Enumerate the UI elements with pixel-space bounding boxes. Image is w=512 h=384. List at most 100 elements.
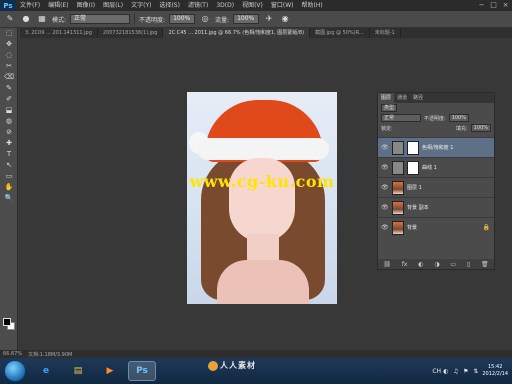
menu-layer[interactable]: 图层(L)	[99, 0, 127, 11]
opacity-input[interactable]: 100%	[169, 14, 196, 24]
tab-doc-2[interactable]: 200732181538(1).jpg	[98, 28, 164, 38]
trash-icon[interactable]: 🗑	[481, 261, 489, 268]
mode-select[interactable]: 正常	[70, 14, 131, 24]
photo-chest	[217, 260, 309, 304]
menu-image[interactable]: 图像(I)	[73, 0, 99, 11]
menu-type[interactable]: 文字(Y)	[127, 0, 155, 11]
start-button[interactable]	[4, 360, 26, 382]
tab-doc-4[interactable]: 截图.jpg @ 50%(R...	[310, 28, 370, 38]
ie-taskbar-icon[interactable]: e	[32, 361, 60, 381]
clock[interactable]: 15:42 2012/2/14	[482, 364, 508, 378]
mask-thumbnail[interactable]	[407, 160, 419, 175]
explorer-taskbar-icon[interactable]: ▤	[64, 361, 92, 381]
layer-style-icon[interactable]: fx	[402, 261, 408, 268]
tray-app-icon[interactable]: ◐	[442, 368, 449, 375]
document-canvas[interactable]: www.cg-ku.com	[187, 92, 337, 304]
layer-opacity-input[interactable]: 100%	[448, 114, 469, 122]
pressure-opacity-icon[interactable]: ◎	[199, 13, 211, 25]
eraser-tool-icon[interactable]: ⌫	[0, 72, 18, 83]
path-select-tool-icon[interactable]: ↖	[0, 160, 18, 171]
fill-input[interactable]: 100%	[470, 124, 491, 132]
menu-bar: Ps 文件(F) 编辑(E) 图像(I) 图层(L) 文字(Y) 选择(S) 滤…	[0, 0, 512, 11]
layer-thumbnail	[392, 180, 404, 195]
lasso-tool-icon[interactable]: ◌	[0, 50, 18, 61]
layer-list: 👁 色相/饱和度 1 👁 曲线 1 👁 图层 1 👁 背景 副本 👁 背景 🔒	[378, 137, 494, 237]
brand-text: 人人素材	[220, 361, 256, 370]
pen-tool-icon[interactable]: ✚	[0, 138, 18, 149]
menu-3d[interactable]: 3D(D)	[212, 0, 238, 11]
add-mask-icon[interactable]: ◐	[418, 261, 423, 268]
zoom-level[interactable]: 66.67%	[3, 351, 22, 357]
layer-name: 背景	[407, 225, 418, 231]
tab-layers[interactable]: 图层	[378, 93, 395, 103]
layer-row[interactable]: 👁 曲线 1	[378, 157, 494, 177]
layer-opacity-label: 不透明度:	[424, 115, 446, 122]
minimize-button[interactable]: −	[477, 1, 486, 9]
gradient-tool-icon[interactable]: ⬓	[0, 105, 18, 116]
blend-mode-select[interactable]: 正常	[381, 114, 421, 122]
shape-tool-icon[interactable]: ▭	[0, 171, 18, 182]
eye-icon[interactable]: 👁	[381, 204, 389, 211]
photo-hat-trim	[197, 138, 329, 160]
zoom-tool-icon[interactable]: 🔍	[0, 193, 18, 204]
layer-name: 背景 副本	[407, 205, 429, 211]
pencil-tool-icon[interactable]: ✐	[0, 94, 18, 105]
move-tool-icon[interactable]: ✥	[0, 39, 18, 50]
brush-tool-icon[interactable]: ✎	[0, 83, 18, 94]
blend-row: 正常 不透明度: 100%	[378, 113, 494, 123]
mask-thumbnail[interactable]	[407, 140, 419, 155]
menu-file[interactable]: 文件(F)	[16, 0, 44, 11]
layer-row[interactable]: 👁 色相/饱和度 1	[378, 137, 494, 157]
maximize-button[interactable]: □	[489, 1, 498, 9]
ime-icon[interactable]: CH	[432, 368, 441, 375]
layer-kind-select[interactable]: 类型	[381, 104, 398, 112]
menu-select[interactable]: 选择(S)	[155, 0, 184, 11]
menu-help[interactable]: 帮助(H)	[298, 0, 327, 11]
link-layers-icon[interactable]: ⛓	[383, 261, 391, 268]
photoshop-taskbar-icon[interactable]: Ps	[128, 361, 156, 381]
divider	[134, 13, 136, 25]
eye-icon[interactable]: 👁	[381, 184, 389, 191]
tab-doc-5[interactable]: 未标题-1	[370, 28, 401, 38]
layer-thumbnail	[392, 200, 404, 215]
layer-name: 图层 1	[407, 185, 422, 191]
airbrush-icon[interactable]: ✈	[263, 13, 275, 25]
layer-row[interactable]: 👁 图层 1	[378, 177, 494, 197]
tab-doc-1[interactable]: 3. 2C09 ... 201.141311.jpg	[20, 28, 98, 38]
layer-row[interactable]: 👁 背景 副本	[378, 197, 494, 217]
eye-icon[interactable]: 👁	[381, 164, 389, 171]
crop-tool-icon[interactable]: ✂	[0, 61, 18, 72]
brush-panel-icon[interactable]: ▦	[36, 13, 48, 25]
fill-label: 填充:	[456, 125, 468, 132]
close-button[interactable]: ×	[501, 1, 510, 9]
brush-tool-icon[interactable]: ✎	[4, 13, 16, 25]
layer-row[interactable]: 👁 背景 🔒	[378, 217, 494, 237]
hand-tool-icon[interactable]: ✋	[0, 182, 18, 193]
new-group-icon[interactable]: ▭	[450, 261, 456, 268]
tab-channels[interactable]: 通道	[394, 93, 410, 103]
clock-time: 15:42	[487, 364, 503, 370]
foreground-color-swatch[interactable]	[3, 318, 11, 326]
blur-tool-icon[interactable]: ◍	[0, 116, 18, 127]
menu-view[interactable]: 视图(V)	[238, 0, 267, 11]
volume-icon[interactable]: ♫	[452, 368, 459, 375]
new-layer-icon[interactable]: ▯	[467, 261, 470, 268]
doc-size: 文档:1.18M/3.90M	[28, 351, 73, 358]
pressure-size-icon[interactable]: ◉	[279, 13, 291, 25]
marquee-tool-icon[interactable]: ⬚	[0, 28, 18, 39]
menu-edit[interactable]: 编辑(E)	[44, 0, 72, 11]
media-player-taskbar-icon[interactable]: ▶	[96, 361, 124, 381]
type-tool-icon[interactable]: T	[0, 149, 18, 160]
flow-input[interactable]: 100%	[233, 14, 260, 24]
brush-preset-icon[interactable]: ●	[20, 13, 32, 25]
menu-filter[interactable]: 滤镜(T)	[184, 0, 212, 11]
eye-icon[interactable]: 👁	[381, 144, 389, 151]
network-icon[interactable]: ⇅	[472, 368, 479, 375]
eye-icon[interactable]: 👁	[381, 224, 389, 231]
adjustment-layer-icon[interactable]: ◑	[434, 261, 439, 268]
dodge-tool-icon[interactable]: ⊘	[0, 127, 18, 138]
tab-doc-3[interactable]: 2C.C45 ... 2011.jpg @ 66.7% (色相/饱和度1, 图层…	[163, 28, 311, 38]
flag-icon[interactable]: ⚑	[462, 368, 469, 375]
menu-window[interactable]: 窗口(W)	[267, 0, 298, 11]
tab-paths[interactable]: 路径	[410, 93, 426, 103]
